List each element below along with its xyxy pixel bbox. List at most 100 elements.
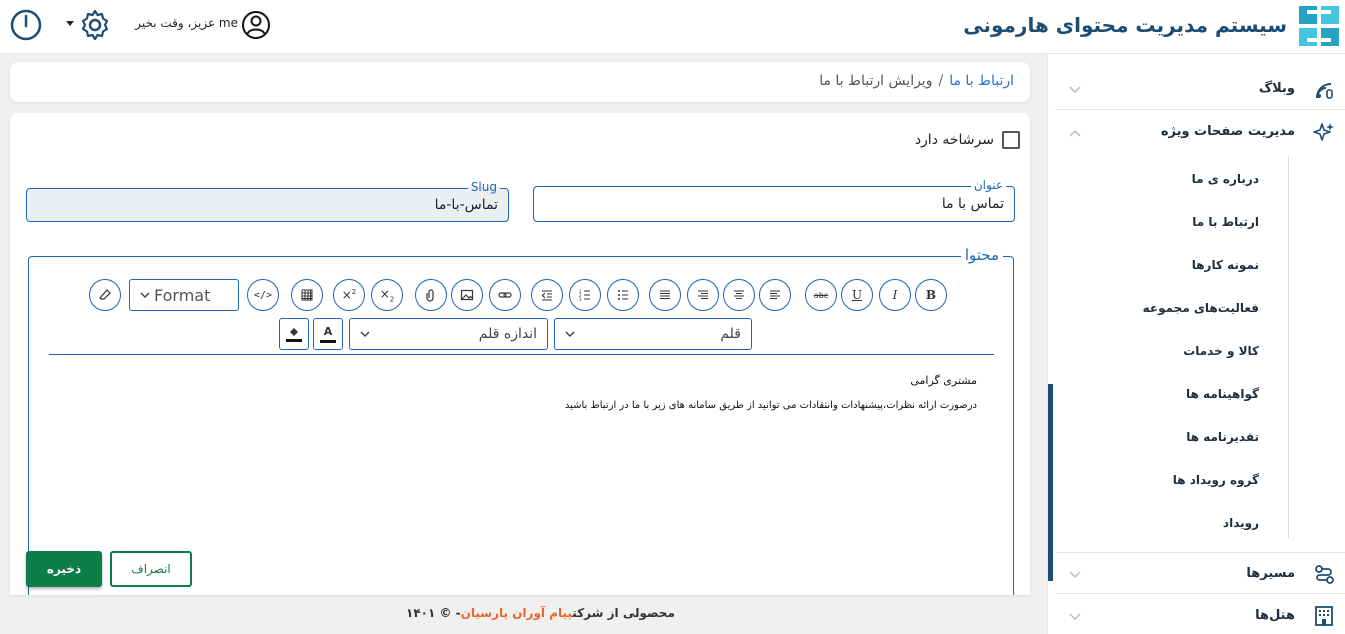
save-button[interactable]: ذخیره <box>26 551 102 587</box>
editor-content-area[interactable]: مشتری گرامی درصورت ارائه نظرات،پیشنهادات… <box>565 374 977 411</box>
route-icon <box>1315 565 1334 584</box>
sidebar-item-label: مسیرها <box>1246 566 1295 581</box>
chevron-up-icon <box>1069 129 1081 137</box>
power-icon[interactable] <box>9 8 43 42</box>
font-family-dropdown-label: قلم <box>720 326 741 342</box>
title-field: عنوان <box>533 178 1015 222</box>
footer-company-link[interactable]: پیام آوران پارسیان <box>461 606 573 620</box>
insert-link-button[interactable] <box>489 279 521 311</box>
sidebar-subitem-products[interactable]: کالا و خدمات <box>1183 344 1259 358</box>
paint-bucket-icon <box>290 327 298 336</box>
outdent-button[interactable] <box>531 279 563 311</box>
chevron-down-icon <box>1069 613 1081 621</box>
eraser-icon <box>99 289 111 300</box>
align-justify-button[interactable] <box>649 279 681 311</box>
superscript-button[interactable]: ×2 <box>333 279 365 311</box>
italic-icon: I <box>892 288 898 302</box>
bullet-list-button[interactable] <box>607 279 639 311</box>
format-dropdown-label: Format <box>154 286 211 305</box>
table-grid-icon <box>301 289 313 301</box>
underline-button[interactable]: U <box>841 279 873 311</box>
paperclip-icon <box>426 289 434 302</box>
attach-file-button[interactable] <box>415 279 447 311</box>
sidebar-item-special-pages[interactable]: مدیریت صفحات ویژه <box>1055 111 1345 153</box>
text-color-button[interactable]: A <box>313 318 343 350</box>
footer-credit: محصولی از شرکتپیام آوران پارسیان- © ۱۴۰۱ <box>406 606 675 620</box>
align-center-button[interactable] <box>723 279 755 311</box>
breadcrumb-link-contact[interactable]: ارتباط با ما <box>949 73 1014 89</box>
greeting-text: me عزیز، وقت بخیر <box>135 16 238 30</box>
slug-input[interactable] <box>27 189 508 221</box>
align-right-button[interactable] <box>687 279 719 311</box>
top-header: سیستم مدیریت محتوای هارمونی me عزیز، وقت… <box>0 0 1345 54</box>
breadcrumb-current: ویرایش ارتباط با ما <box>819 73 933 89</box>
editor-toolbar-divider <box>49 354 994 355</box>
outdent-icon <box>541 290 552 301</box>
bold-icon: B <box>925 288 937 302</box>
cancel-button[interactable]: انصراف <box>110 551 192 587</box>
sidebar-item-hotels[interactable]: هتل‌ها <box>1055 595 1345 634</box>
sidebar-subitem-about[interactable]: درباره ی ما <box>1192 172 1259 186</box>
insert-image-button[interactable] <box>451 279 483 311</box>
sidebar-subitem-portfolio[interactable]: نمونه کارها <box>1192 258 1259 272</box>
chevron-down-icon <box>140 292 150 299</box>
has-header-row: سرشاخه دارد <box>915 131 1020 149</box>
gear-icon[interactable] <box>78 8 112 42</box>
align-justify-icon <box>660 290 670 300</box>
slug-field: Slug <box>26 180 509 222</box>
chevron-down-icon <box>1069 86 1081 94</box>
breadcrumb-separator: / <box>938 73 944 89</box>
content-editor: محتوا Format </> ×2 ×2 1 2 3 abc U I B A… <box>28 246 1014 595</box>
align-right-icon <box>698 290 708 300</box>
unordered-list-icon <box>618 290 628 300</box>
svg-text:3: 3 <box>579 297 582 302</box>
text-color-icon: A <box>323 324 333 338</box>
format-dropdown[interactable]: Format <box>129 279 239 311</box>
sidebar-item-label: مدیریت صفحات ویژه <box>1160 124 1295 139</box>
sidebar-subitem-appreciations[interactable]: تقدیرنامه ها <box>1186 430 1259 444</box>
settings-dropdown-caret-icon[interactable] <box>66 21 74 26</box>
highlight-color-swatch <box>286 338 302 342</box>
title-input[interactable] <box>534 187 1014 221</box>
sidebar-subitem-activities[interactable]: فعالیت‌های مجموعه <box>1143 301 1259 315</box>
sidebar: وبلاگ مدیریت صفحات ویژه درباره ی ما ارتب… <box>1047 54 1345 634</box>
content-paragraph: مشتری گرامی <box>910 374 977 387</box>
numbered-list-button[interactable]: 123 <box>569 279 601 311</box>
strikethrough-button[interactable]: abc <box>805 279 837 311</box>
sidebar-subitem-event-groups[interactable]: گروه رویداد ها <box>1173 473 1259 487</box>
sidebar-subitem-contact[interactable]: ارتباط با ما <box>1192 215 1259 229</box>
align-left-button[interactable] <box>759 279 791 311</box>
font-family-dropdown[interactable]: قلم <box>554 318 752 350</box>
ordered-list-icon: 123 <box>579 289 590 302</box>
footer-suffix: - © ۱۴۰۱ <box>406 606 461 620</box>
sidebar-item-routes[interactable]: مسیرها <box>1055 552 1345 594</box>
blog-rss-icon <box>1316 83 1333 99</box>
hotel-building-icon <box>1315 606 1333 626</box>
strikethrough-icon: abc <box>813 290 829 300</box>
edit-form-card: سرشاخه دارد عنوان Slug محتوا Format </> … <box>10 113 1030 595</box>
sidebar-item-blog[interactable]: وبلاگ <box>1055 68 1345 110</box>
text-color-swatch <box>320 339 336 343</box>
has-header-label: سرشاخه دارد <box>914 132 994 148</box>
subscript-button[interactable]: ×2 <box>371 279 403 311</box>
chevron-down-icon <box>360 331 370 338</box>
insert-table-button[interactable] <box>291 279 323 311</box>
sidebar-subitem-events[interactable]: رویداد <box>1223 516 1259 530</box>
submenu-divider <box>1288 156 1289 538</box>
source-code-button[interactable]: </> <box>247 279 279 311</box>
app-title: سیستم مدیریت محتوای هارمونی <box>963 13 1287 37</box>
remove-format-button[interactable] <box>89 279 121 311</box>
chevron-down-icon <box>1069 571 1081 579</box>
italic-button[interactable]: I <box>879 279 911 311</box>
font-size-dropdown[interactable]: اندازه قلم <box>349 318 548 350</box>
bold-button[interactable]: B <box>915 279 947 311</box>
sidebar-subitem-certificates[interactable]: گواهینامه ها <box>1186 387 1259 401</box>
breadcrumb-card: ارتباط با ما / ویرایش ارتباط با ما <box>10 62 1030 102</box>
footer-prefix: محصولی از شرکت <box>572 606 675 620</box>
user-avatar-icon[interactable] <box>241 10 271 40</box>
sidebar-scrollbar[interactable] <box>1048 384 1053 581</box>
highlight-color-button[interactable] <box>279 318 309 350</box>
content-field-label: محتوا <box>960 246 1003 264</box>
has-header-checkbox[interactable] <box>1002 131 1020 149</box>
breadcrumb: ارتباط با ما / ویرایش ارتباط با ما <box>819 73 1014 89</box>
